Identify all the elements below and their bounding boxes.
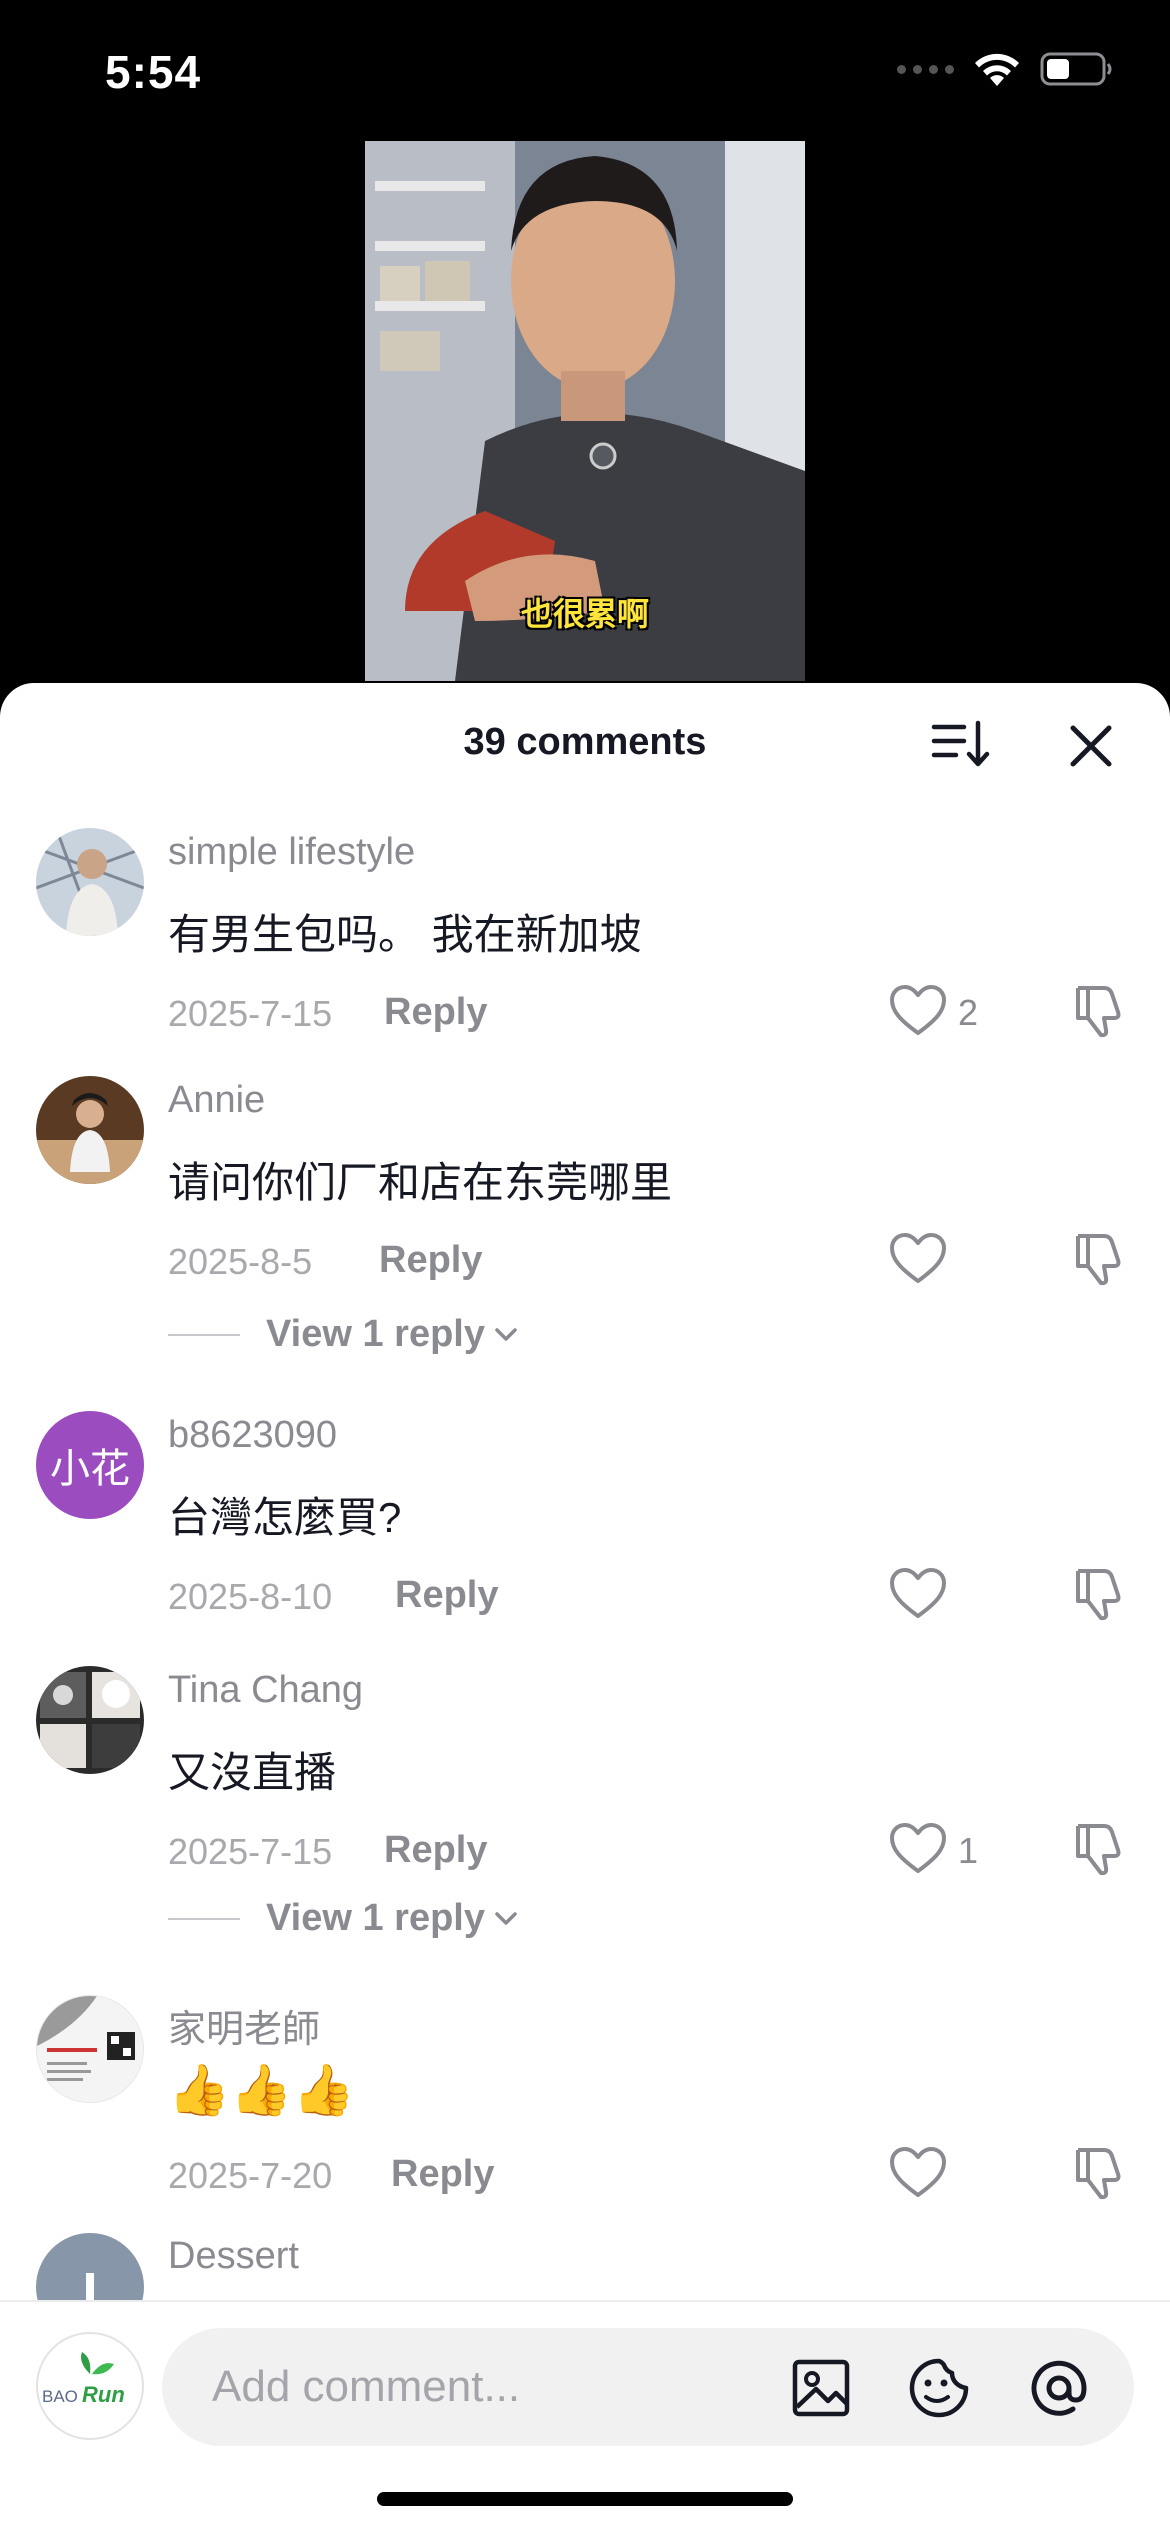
reply-button[interactable]: Reply xyxy=(384,991,487,1034)
user-avatar[interactable]: BAO Run xyxy=(36,2332,144,2440)
avatar[interactable] xyxy=(36,1076,144,1184)
avatar[interactable]: 小花 xyxy=(36,1411,144,1519)
comment-text: 台灣怎麼買? xyxy=(168,1494,402,1541)
chevron-down-icon xyxy=(495,1327,517,1341)
comment-date: 2025-8-10 xyxy=(168,1576,333,1617)
like-count: 1 xyxy=(958,1830,979,1871)
baorun-logo: BAO Run xyxy=(42,2352,125,2407)
comment-composer: BAO Run xyxy=(0,2300,1170,2532)
dislike-icon[interactable] xyxy=(1070,1230,1126,1288)
comment-input-wrapper[interactable] xyxy=(162,2328,1134,2446)
sheet-header: 39 comments xyxy=(0,683,1170,803)
chevron-down-icon xyxy=(495,1911,517,1925)
avatar-initials: 小花 xyxy=(50,1446,130,1492)
reply-button[interactable]: Reply xyxy=(391,2153,494,2196)
status-time: 5:54 xyxy=(105,46,202,98)
comment-date: 2025-8-5 xyxy=(168,1241,313,1282)
comment-text: 请问你们厂和店在东莞哪里 xyxy=(168,1159,673,1206)
dislike-icon[interactable] xyxy=(1070,1820,1126,1878)
signal-icon xyxy=(897,64,954,74)
comment-date: 2025-7-20 xyxy=(168,2155,333,2196)
heart-icon[interactable] xyxy=(888,1566,948,1622)
heart-icon[interactable] xyxy=(888,1231,948,1287)
comment-username[interactable]: simple lifestyle xyxy=(168,831,415,874)
comment-username[interactable]: Annie xyxy=(168,1079,265,1122)
reply-button[interactable]: Reply xyxy=(395,1574,498,1617)
dislike-icon[interactable] xyxy=(1070,1565,1126,1623)
comment-text: 又沒直播 xyxy=(168,1749,337,1796)
comment-date: 2025-7-15 xyxy=(168,1831,333,1872)
image-icon[interactable] xyxy=(790,2357,852,2419)
status-bar: 5:54 xyxy=(0,0,1170,140)
logo-text-right: Run xyxy=(82,2382,125,2407)
comment-text: 有男生包吗。 我在新加坡 xyxy=(168,911,642,958)
heart-icon[interactable] xyxy=(888,983,948,1039)
logo-text-left: BAO xyxy=(42,2387,78,2406)
comments-sheet: 39 comments simple lifestyle 有男生包吗。 我在新加… xyxy=(0,683,1170,2532)
mention-icon[interactable] xyxy=(1028,2357,1090,2419)
battery-icon xyxy=(1040,52,1112,86)
home-indicator xyxy=(377,2492,793,2506)
comment-date: 2025-7-15 xyxy=(168,993,333,1034)
comment-username[interactable]: 家明老師 xyxy=(168,1998,320,2053)
comments-count: 39 comments xyxy=(463,721,707,763)
heart-icon[interactable] xyxy=(888,1821,948,1877)
video-caption: 也很累啊 xyxy=(520,596,649,632)
reply-divider xyxy=(168,1333,240,1336)
view-replies-button[interactable]: View 1 reply xyxy=(168,1313,519,1356)
like-count: 2 xyxy=(958,992,979,1033)
wifi-icon xyxy=(975,53,1019,86)
comment-username[interactable]: Dessert xyxy=(168,2235,299,2278)
reply-button[interactable]: Reply xyxy=(384,1829,487,1872)
dislike-icon[interactable] xyxy=(1070,982,1126,1040)
dislike-icon[interactable] xyxy=(1070,2144,1126,2202)
comment-input[interactable] xyxy=(212,2328,772,2446)
reply-divider xyxy=(168,1917,240,1920)
comment-username[interactable]: b8623090 xyxy=(168,1414,337,1457)
status-icons xyxy=(897,50,1114,88)
avatar[interactable] xyxy=(36,828,144,936)
close-icon[interactable] xyxy=(1065,720,1117,772)
reply-button[interactable]: Reply xyxy=(379,1239,482,1282)
sticker-icon[interactable] xyxy=(908,2357,970,2419)
view-replies-button[interactable]: View 1 reply xyxy=(168,1897,519,1940)
view-replies-label: View 1 reply xyxy=(266,1897,485,1939)
heart-icon[interactable] xyxy=(888,2145,948,2201)
comment-username[interactable]: Tina Chang xyxy=(168,1669,363,1712)
sort-icon[interactable] xyxy=(930,717,990,771)
comment-text: 👍👍👍 xyxy=(168,2062,355,2118)
video-player[interactable]: 也很累啊 xyxy=(365,141,805,681)
avatar[interactable] xyxy=(36,1666,144,1774)
view-replies-label: View 1 reply xyxy=(266,1313,485,1355)
avatar[interactable] xyxy=(36,1995,144,2103)
